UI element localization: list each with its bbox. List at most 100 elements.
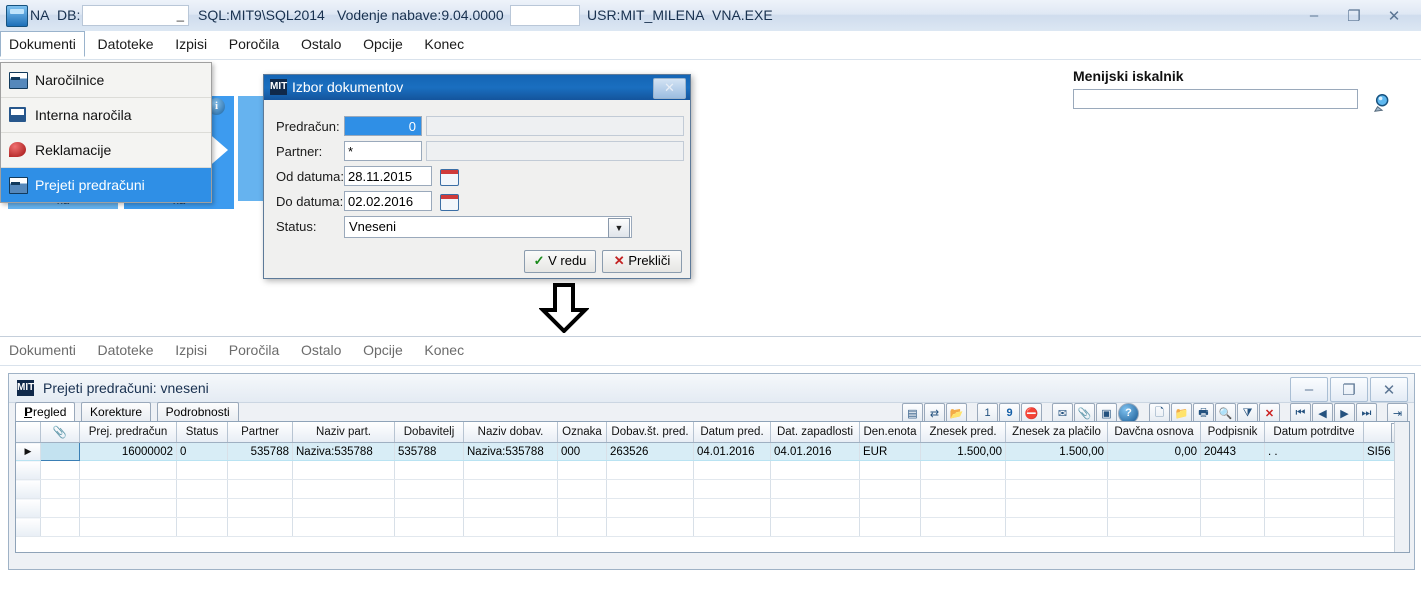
predracun-label: Predračun:	[276, 119, 340, 134]
column-header-prej_predracun[interactable]: Prej. predračun	[79, 422, 177, 443]
cell-empty	[1107, 517, 1201, 537]
table-row-empty[interactable]	[16, 498, 1409, 518]
titlebar-app-name: NA	[30, 7, 50, 23]
calendar-icon[interactable]	[440, 194, 459, 211]
menu-item-dokumenti[interactable]: Dokumenti	[0, 31, 85, 57]
column-header-clip[interactable]: 📎	[40, 422, 80, 443]
column-header-naziv_part[interactable]: Naziv part.	[292, 422, 395, 443]
titlebar-db-field[interactable]: _	[82, 5, 189, 26]
minimize-button[interactable]: –	[1295, 3, 1333, 28]
bottom-menu-item-dokumenti[interactable]: Dokumenti	[0, 337, 85, 363]
down-arrow	[539, 283, 589, 333]
vertical-scrollbar[interactable]	[1394, 422, 1409, 552]
cell-empty	[920, 498, 1006, 518]
cell-empty	[227, 498, 293, 518]
chevron-down-icon[interactable]: ▼	[608, 218, 630, 238]
menu-item-izpisi[interactable]: Izpisi	[166, 31, 216, 57]
inner-close-button[interactable]: ✕	[1370, 377, 1408, 402]
status-select[interactable]: Vneseni ▼	[344, 216, 632, 238]
dropdown-item-reklamacije[interactable]: Reklamacije	[1, 133, 211, 168]
column-header-podpisnik[interactable]: Podpisnik	[1200, 422, 1265, 443]
cell-empty	[859, 460, 921, 480]
records-grid[interactable]: 📎 Prej. predračun Status Partner Naziv part.…	[15, 421, 1410, 553]
app-icon	[6, 5, 28, 27]
cell-empty	[394, 479, 464, 499]
inner-restore-button[interactable]: ❐	[1330, 377, 1368, 402]
cell-dat_zapadlosti: 04.01.2016	[770, 442, 860, 461]
column-header-znesek_pred[interactable]: Znesek pred.	[920, 422, 1006, 443]
table-row-empty[interactable]	[16, 479, 1409, 499]
column-header-dobav_st_pred[interactable]: Dobav.št. pred.	[606, 422, 694, 443]
inner-window-title: Prejeti predračuni: vneseni	[43, 380, 209, 396]
column-header-mark[interactable]	[16, 422, 41, 443]
od-datuma-input[interactable]: 28.11.2015	[344, 166, 432, 186]
dokumenti-dropdown-menu: Naročilnice Interna naročila Reklamacije…	[0, 62, 212, 203]
tab-korekture-label: Korekture	[90, 405, 143, 419]
cell-den_enota: EUR	[859, 442, 921, 461]
calendar-icon[interactable]	[440, 169, 459, 186]
table-row[interactable]: ▶ 16000002 0 535788 Naziva:535788 535788 Naziv…	[16, 442, 1409, 461]
table-row-empty[interactable]	[16, 460, 1409, 480]
dropdown-item-reklamacije-label: Reklamacije	[35, 142, 112, 158]
column-header-datum_potrditve[interactable]: Datum potrditve	[1264, 422, 1364, 443]
tab-strip: PPregled Korekture Podrobnosti	[15, 402, 241, 422]
cell-empty	[40, 498, 80, 518]
dropdown-item-interna-narocila[interactable]: Interna naročila	[1, 98, 211, 133]
cell-empty	[1200, 498, 1265, 518]
bottom-menu-item-izpisi[interactable]: Izpisi	[166, 337, 216, 363]
menu-item-ostalo[interactable]: Ostalo	[292, 31, 350, 57]
tab-pregled[interactable]: PPregled	[15, 402, 76, 422]
cell-empty	[16, 460, 41, 480]
menu-item-porocila[interactable]: Poročila	[220, 31, 289, 57]
column-header-znesek_za_placilo[interactable]: Znesek za plačilo	[1005, 422, 1108, 443]
menu-search-input[interactable]	[1073, 89, 1358, 109]
column-header-davcna_osnova[interactable]: Davčna osnova	[1107, 422, 1201, 443]
dropdown-item-narocilnice[interactable]: Naročilnice	[1, 63, 211, 98]
cell-empty	[693, 479, 771, 499]
dialog-close-button[interactable]: ✕	[653, 78, 686, 99]
cell-empty	[859, 517, 921, 537]
cell-empty	[292, 498, 395, 518]
tab-korekture[interactable]: Korekture	[81, 402, 152, 422]
close-button[interactable]: ✕	[1375, 3, 1413, 28]
dropdown-item-prejeti-predracuni-label: Prejeti predračuni	[35, 177, 145, 193]
titlebar-db-label: DB:	[57, 7, 81, 23]
column-header-naziv_dobav[interactable]: Naziv dobav.	[463, 422, 558, 443]
bottom-menu-item-ostalo[interactable]: Ostalo	[292, 337, 350, 363]
table-row-empty[interactable]	[16, 517, 1409, 537]
field-row-partner: Partner: *	[276, 141, 684, 163]
column-header-status[interactable]: Status	[176, 422, 228, 443]
titlebar-extra-field[interactable]	[510, 5, 580, 26]
cancel-button[interactable]: ✕ Prekliči	[602, 250, 682, 273]
column-header-dobavitelj[interactable]: Dobavitelj	[394, 422, 464, 443]
bottom-menu-item-datoteke[interactable]: Datoteke	[89, 337, 163, 363]
column-header-den_enota[interactable]: Den.enota	[859, 422, 921, 443]
menu-item-konec[interactable]: Konec	[415, 31, 473, 57]
maximize-button[interactable]: ❐	[1335, 3, 1373, 28]
menu-item-datoteke[interactable]: Datoteke	[89, 31, 163, 57]
magnifier-icon[interactable]	[1373, 92, 1395, 114]
bottom-menu-item-konec[interactable]: Konec	[415, 337, 473, 363]
cancel-button-label: Prekliči	[628, 253, 671, 268]
cell-znesek_za_placilo: 1.500,00	[1005, 442, 1108, 461]
mit-icon: MIT	[270, 79, 287, 95]
cell-empty	[79, 498, 177, 518]
tab-podrobnosti[interactable]: Podrobnosti	[156, 402, 239, 422]
column-header-datum_pred[interactable]: Datum pred.	[693, 422, 771, 443]
bottom-menu-item-opcije[interactable]: Opcije	[354, 337, 412, 363]
inner-minimize-button[interactable]: –	[1290, 377, 1328, 402]
do-datuma-input[interactable]: 02.02.2016	[344, 191, 432, 211]
column-header-partner[interactable]: Partner	[227, 422, 293, 443]
column-header-dat_zapadlosti[interactable]: Dat. zapadlosti	[770, 422, 860, 443]
cell-empty	[79, 479, 177, 499]
ok-button[interactable]: ✓ V redu	[524, 250, 596, 273]
menu-item-opcije[interactable]: Opcije	[354, 31, 412, 57]
bottom-menu-item-porocila[interactable]: Poročila	[220, 337, 289, 363]
cell-dobav_st_pred: 263526	[606, 442, 694, 461]
predracun-name-display	[426, 116, 684, 136]
column-header-oznaka[interactable]: Oznaka	[557, 422, 607, 443]
dropdown-item-prejeti-predracuni[interactable]: Prejeti predračuni	[1, 168, 211, 202]
predracun-input[interactable]: 0	[344, 116, 422, 136]
partner-input[interactable]: *	[344, 141, 422, 161]
tab-podrobnosti-label: Podrobnosti	[165, 405, 230, 419]
